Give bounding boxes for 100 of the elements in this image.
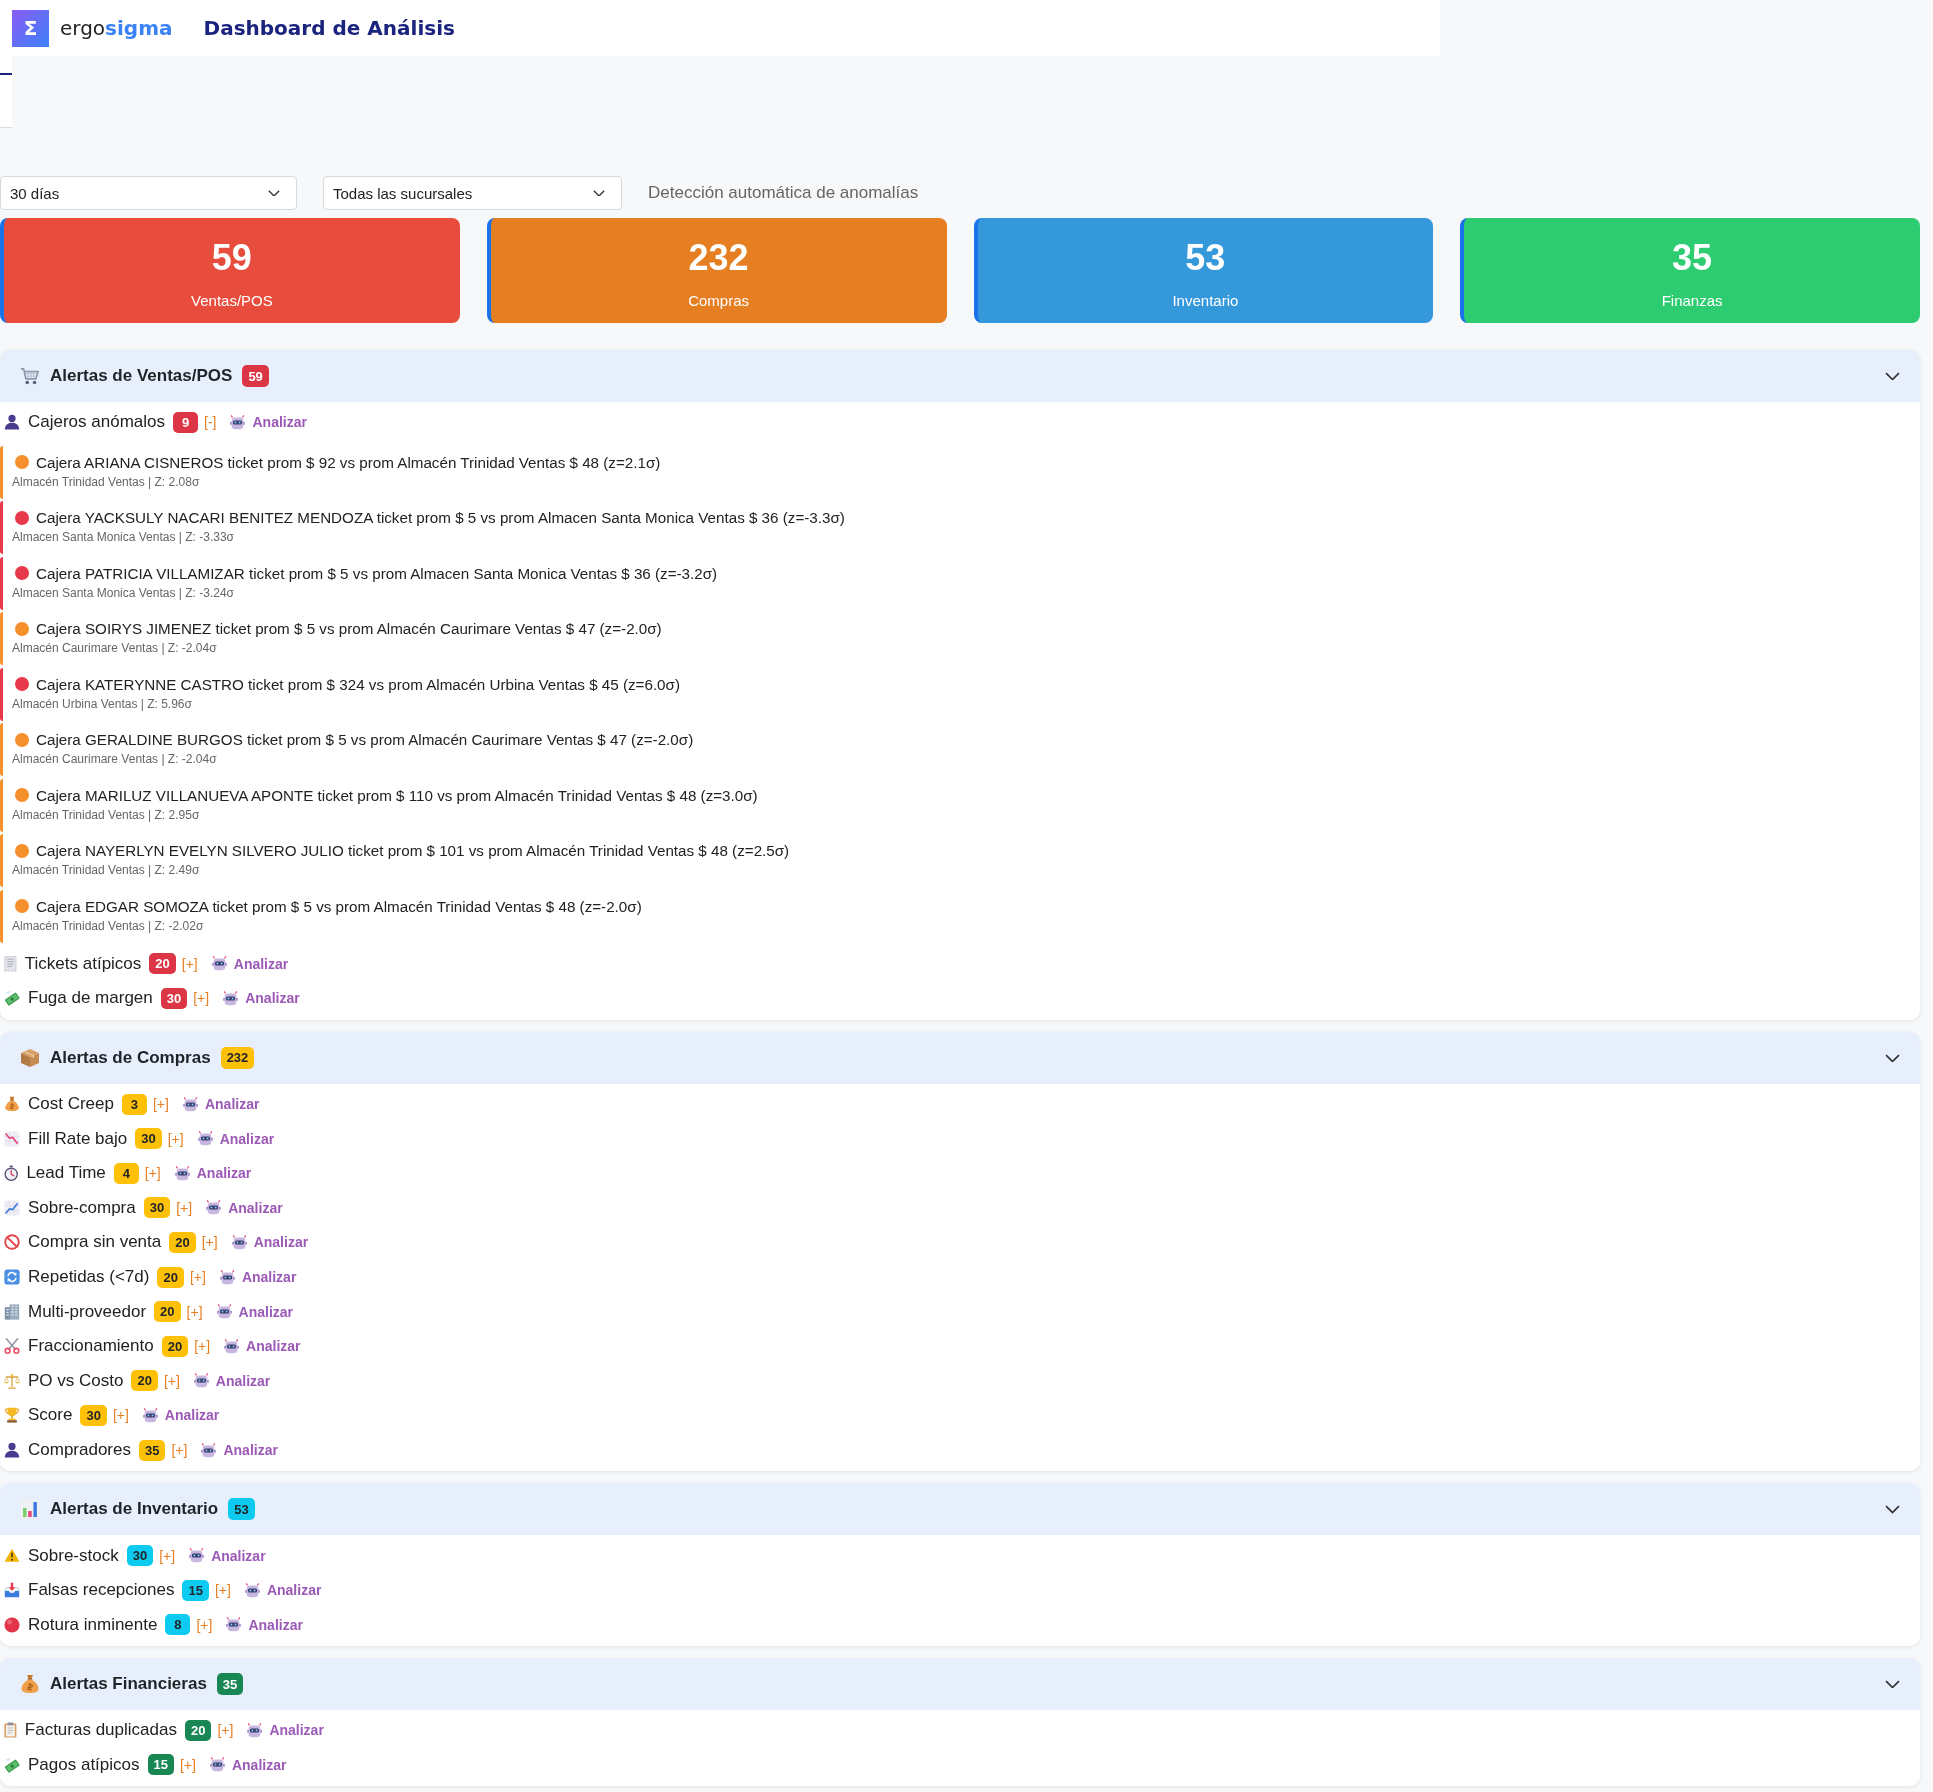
alert-text: Cajera MARILUZ VILLANUEVA APONTE ticket prom $ 110 vs prom Almacén Trinidad Ventas $ 48 (z=3.0σ) xyxy=(36,786,758,804)
alert-group-label: Fraccionamiento xyxy=(28,1336,154,1357)
receipt-icon xyxy=(4,955,17,972)
analyze-button[interactable]: Analizar xyxy=(182,1096,260,1113)
analyze-button[interactable]: Analizar xyxy=(193,1372,271,1389)
analyze-button[interactable]: Analizar xyxy=(231,1234,309,1251)
card-value: 59 xyxy=(211,236,252,280)
alert-group-label: Multi-proveedor xyxy=(28,1301,147,1322)
count-badge: 20 xyxy=(131,1370,158,1392)
chevron-down-icon[interactable] xyxy=(1885,1679,1900,1689)
analyze-button[interactable]: Analizar xyxy=(230,414,307,431)
card-label: Ventas/POS xyxy=(191,292,273,310)
alert-group-label: Fill Rate bajo xyxy=(28,1128,128,1149)
bar-chart-icon xyxy=(20,1499,40,1520)
analyze-button[interactable]: Analizar xyxy=(209,1757,287,1773)
toggle-link[interactable]: [+] xyxy=(201,1234,218,1251)
chevron-down-icon[interactable] xyxy=(1885,1053,1900,1063)
alert-detail: Almacén Urbina Ventas | Z: 5.96σ xyxy=(12,696,193,711)
card-label: Compras xyxy=(688,292,750,310)
alert-text: Cajera GERALDINE BURGOS ticket prom $ 5 vs prom Almacén Caurimare Ventas $ 47 (z=-2.0σ) xyxy=(36,731,694,749)
alert-group-label: Pagos atípicos xyxy=(28,1755,140,1775)
toggle-link[interactable]: [+] xyxy=(193,990,210,1007)
refresh-icon xyxy=(4,1269,20,1286)
analyze-button[interactable]: Analizar xyxy=(247,1722,324,1739)
circle-icon xyxy=(4,1616,20,1633)
card-value: 35 xyxy=(1672,236,1713,280)
section-title: Alertas de Compras xyxy=(50,1047,211,1068)
alert-text: Cajera YACKSULY NACARI BENITEZ MENDOZA ticket prom $ 5 vs prom Almacen Santa Monica Ventas $ 36 (z=-3.3σ) xyxy=(36,509,845,527)
package-icon xyxy=(20,1047,40,1068)
count-badge: 20 xyxy=(149,953,176,975)
toggle-link[interactable]: [+] xyxy=(194,1338,211,1355)
count-badge: 30 xyxy=(80,1404,107,1426)
alert-group-label: Tickets atípicos xyxy=(24,953,142,974)
tab-strip xyxy=(0,56,12,128)
count-badge: 4 xyxy=(113,1162,139,1184)
toggle-link[interactable]: [+] xyxy=(186,1303,203,1320)
alert-group-label: Repetidas (<7d) xyxy=(28,1267,150,1288)
toggle-link[interactable]: [+] xyxy=(217,1722,234,1739)
toggle-link[interactable]: [+] xyxy=(159,1547,176,1564)
analyze-button[interactable]: Analizar xyxy=(226,1616,303,1633)
filter-select[interactable]: 30 días xyxy=(0,176,297,210)
count-badge: 15 xyxy=(182,1579,209,1601)
robot-icon xyxy=(142,1407,158,1423)
robot-icon xyxy=(206,1200,222,1216)
analyze-button[interactable]: Analizar xyxy=(219,1269,297,1286)
section-title: Alertas de Ventas/POS xyxy=(50,366,233,386)
robot-icon xyxy=(182,1096,198,1112)
robot-icon xyxy=(174,1165,190,1181)
trophy-icon xyxy=(4,1407,20,1424)
count-badge: 35 xyxy=(216,1673,244,1696)
robot-icon xyxy=(209,1757,225,1773)
analyze-button[interactable]: Analizar xyxy=(224,1338,301,1355)
prohibited-icon xyxy=(4,1234,20,1251)
analyze-button[interactable]: Analizar xyxy=(142,1407,220,1424)
toggle-link[interactable]: [+] xyxy=(180,1757,196,1773)
person-icon xyxy=(4,1442,20,1458)
toggle-link[interactable]: [+] xyxy=(167,1130,184,1147)
toggle-link[interactable]: [+] xyxy=(196,1616,213,1633)
toggle-link[interactable]: [-] xyxy=(204,414,217,431)
chart-up-icon xyxy=(4,1199,20,1216)
analyze-button[interactable]: Analizar xyxy=(174,1165,252,1182)
analyze-button[interactable]: Analizar xyxy=(189,1547,266,1564)
alert-group-label: Sobre-stock xyxy=(28,1545,119,1566)
alert-detail: Almacén Trinidad Ventas | Z: -2.02σ xyxy=(12,918,205,933)
toggle-link[interactable]: [+] xyxy=(214,1582,231,1599)
alert-group-label: Compradores xyxy=(28,1440,131,1460)
count-badge: 20 xyxy=(184,1719,212,1741)
analyze-button[interactable]: Analizar xyxy=(216,1303,293,1320)
robot-icon xyxy=(247,1722,263,1738)
toggle-link[interactable]: [+] xyxy=(153,1096,169,1113)
toggle-link[interactable]: [+] xyxy=(171,1442,188,1458)
robot-icon xyxy=(189,1548,205,1564)
analyze-button[interactable]: Analizar xyxy=(211,955,289,972)
toggle-link[interactable]: [+] xyxy=(189,1269,206,1286)
alert-group-label: Fuga de margen xyxy=(28,988,153,1009)
alert-text: Cajera NAYERLYN EVELYN SILVERO JULIO ticket prom $ 101 vs prom Almacén Trinidad Ventas $ 48 (z=2.5σ) xyxy=(36,842,790,860)
robot-icon xyxy=(244,1582,260,1598)
toggle-link[interactable]: [+] xyxy=(144,1165,161,1182)
analyze-button[interactable]: Analizar xyxy=(223,990,300,1007)
toggle-link[interactable]: [+] xyxy=(163,1372,180,1389)
analyze-button[interactable]: Analizar xyxy=(244,1582,322,1599)
robot-icon xyxy=(216,1304,232,1320)
alert-text: Cajera EDGAR SOMOZA ticket prom $ 5 vs prom Almacén Trinidad Ventas $ 48 (z=-2.0σ) xyxy=(36,897,642,915)
money-bag-icon xyxy=(20,1674,40,1695)
alert-group-label: Falsas recepciones xyxy=(28,1580,175,1601)
filter-select[interactable]: Todas las sucursales xyxy=(323,176,622,210)
alert-detail: Almacen Santa Monica Ventas | Z: -3.33σ xyxy=(12,530,235,545)
analyze-button[interactable]: Analizar xyxy=(197,1130,275,1147)
chevron-down-icon[interactable] xyxy=(1885,371,1900,381)
analyze-button[interactable]: Analizar xyxy=(201,1442,278,1458)
section-title: Alertas Financieras xyxy=(50,1674,207,1695)
alert-detail: Almacén Caurimare Ventas | Z: -2.04σ xyxy=(12,641,218,656)
analyze-button[interactable]: Analizar xyxy=(206,1199,283,1216)
chevron-down-icon xyxy=(268,189,280,197)
alert-group-label: Cost Creep xyxy=(28,1094,114,1115)
brand-name: ergosigma xyxy=(60,16,173,40)
toggle-link[interactable]: [+] xyxy=(181,955,198,972)
toggle-link[interactable]: [+] xyxy=(176,1199,193,1216)
toggle-link[interactable]: [+] xyxy=(112,1407,129,1424)
chevron-down-icon[interactable] xyxy=(1885,1505,1900,1514)
